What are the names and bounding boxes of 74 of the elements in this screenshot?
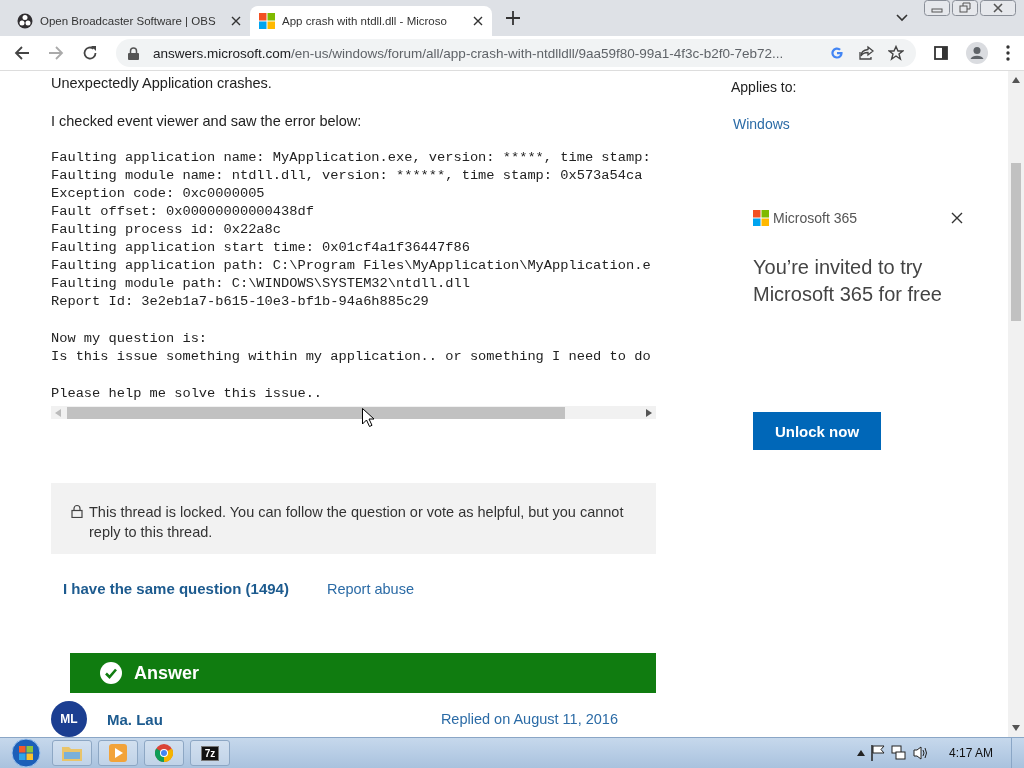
cursor-icon (362, 408, 374, 427)
code-line: Now my question is: (51, 330, 208, 348)
chrome-icon (155, 744, 173, 762)
network-icon[interactable] (890, 745, 907, 761)
code-line: Is this issue something within my application.. or something I need to do (51, 348, 651, 366)
url-host: answers.microsoft.com (153, 45, 292, 61)
same-question-button[interactable]: I have the same question (1494) (55, 576, 297, 602)
menu-icon[interactable] (1006, 45, 1010, 61)
windows-logo-icon (259, 13, 275, 29)
browser-tab[interactable]: App crash with ntdll.dll - Microso (250, 6, 492, 36)
scroll-up-icon[interactable] (1012, 77, 1020, 83)
code-line: Faulting application path: C:\Program Files\MyApplication\MyApplication.e (51, 257, 651, 275)
taskbar-app[interactable] (144, 740, 184, 766)
restore-icon[interactable] (952, 0, 978, 16)
brand-name: Microsoft 365 (773, 210, 858, 226)
lock-icon (128, 46, 139, 60)
code-line: Faulting application name: MyApplication.exe, version: *****, time stamp: (51, 149, 651, 167)
vertical-scrollbar[interactable] (1008, 71, 1024, 737)
code-line: Faulting module name: ntdll.dll, version: ******, time stamp: 0x573a54ca (51, 167, 643, 185)
post-text: Unexpectedly Application crashes. (51, 75, 273, 91)
archiver-icon: 7z (200, 745, 220, 761)
code-line: Please help me solve this issue.. (51, 385, 323, 403)
lock-icon (71, 504, 83, 519)
new-tab-icon[interactable] (506, 11, 520, 25)
product-link[interactable]: Windows (731, 116, 790, 132)
flag-icon[interactable] (870, 745, 885, 761)
scrollbar-thumb[interactable] (1011, 163, 1021, 321)
minimize-icon[interactable] (924, 0, 950, 16)
author-link[interactable]: Ma. Lau (107, 710, 163, 728)
reload-icon[interactable] (82, 45, 98, 61)
address-bar[interactable]: answers.microsoft.com/en-us/windows/forum/all/app-crash-with-ntdlldll/9aa59f80-99a1-4f3c-b2f0-7eb72... (116, 39, 916, 67)
taskbar-app[interactable]: 7z (190, 740, 230, 766)
obs-icon (17, 13, 33, 29)
reply-date: Replied on August 11, 2016 (440, 711, 618, 727)
close-icon[interactable] (473, 16, 483, 26)
clock: 4:17 AM (948, 746, 993, 760)
post-text: I checked event viewer and saw the error below: (51, 113, 363, 129)
scroll-right-icon[interactable] (646, 408, 652, 417)
tab-title: App crash with ntdll.dll - Microso (282, 15, 448, 27)
url-path: /en-us/windows/forum/all/app-crash-with-ntdlldll/9aa59f80-99a1-4f3c-b2f0-7eb72... (291, 45, 784, 61)
code-line: Exception code: 0xc0000005 (51, 185, 265, 203)
answer-title: Answer (134, 662, 200, 684)
unlock-button[interactable]: Unlock now (753, 412, 881, 450)
code-line: Report Id: 3e2eb1a7-b615-10e3-bf1b-94a6h885c29 (51, 293, 429, 311)
chevron-down-icon[interactable] (896, 14, 908, 22)
browser-tab[interactable]: Open Broadcaster Software | OBS (8, 6, 250, 36)
close-icon[interactable] (231, 16, 241, 26)
close-icon[interactable] (980, 0, 1016, 16)
profile-icon[interactable] (966, 42, 988, 64)
play-icon (109, 744, 127, 762)
back-icon[interactable] (14, 45, 30, 61)
horizontal-scrollbar[interactable] (51, 406, 656, 420)
side-panel-icon[interactable] (934, 46, 948, 60)
share-icon[interactable] (858, 45, 874, 61)
code-line: Faulting application start time: 0x01cf4a1f36447f86 (51, 239, 470, 257)
folder-icon (62, 745, 82, 761)
tray-arrow-icon[interactable] (856, 750, 865, 756)
windows-logo-icon (753, 210, 769, 226)
applies-label: Applies to: (731, 79, 798, 95)
scroll-down-icon[interactable] (1012, 725, 1020, 731)
ad-headline: You’re invited to try Microsoft 365 for free (753, 255, 943, 307)
close-icon[interactable] (951, 212, 963, 224)
code-line: Faulting process id: 0x22a8c (51, 221, 281, 239)
avatar: ML (51, 701, 87, 737)
speaker-icon[interactable] (912, 746, 929, 760)
locked-notice: This thread is locked. You can follow the question or vote as helpful, but you cannot reply to this thread. (89, 503, 625, 543)
code-line: Fault offset: 0x00000000000438df (51, 203, 314, 221)
report-link[interactable]: Report abuse (326, 580, 414, 597)
star-icon[interactable] (888, 45, 904, 61)
scrollbar-thumb[interactable] (67, 406, 565, 419)
tab-title: Open Broadcaster Software | OBS (40, 15, 217, 27)
code-line: Faulting module path: C:\WINDOWS\SYSTEM32\ntdll.dll (51, 275, 470, 293)
check-circle-icon (100, 662, 122, 685)
google-icon[interactable] (830, 46, 844, 60)
